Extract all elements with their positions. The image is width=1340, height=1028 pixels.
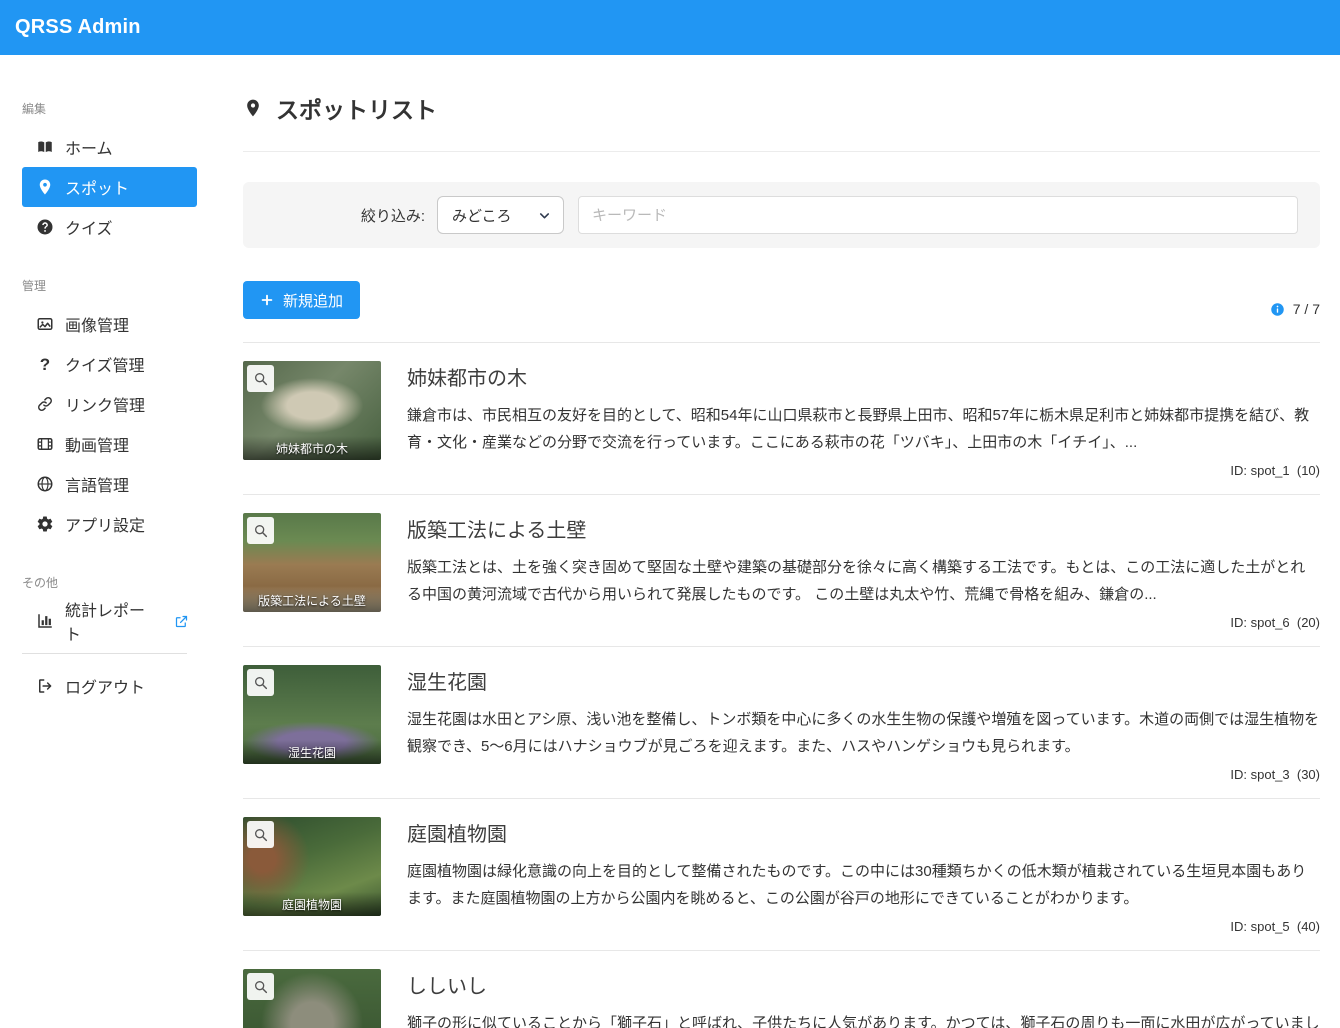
spot-thumbnail[interactable]: 姉妹都市の木 bbox=[243, 361, 381, 460]
app-title: QRSS Admin bbox=[15, 16, 141, 39]
magnifier-icon[interactable] bbox=[247, 517, 274, 544]
filter-label: 絞り込み: bbox=[265, 205, 437, 226]
sidebar-section-label: その他 bbox=[22, 574, 197, 591]
title-divider bbox=[243, 151, 1320, 152]
sidebar-item-stats-report[interactable]: 統計レポート bbox=[22, 601, 197, 641]
thumbnail-caption: 版築工法による土壁 bbox=[243, 588, 381, 612]
sidebar: 編集ホームスポットクイズ管理画像管理?クイズ管理リンク管理動画管理言語管理アプリ… bbox=[0, 55, 197, 1028]
spot-id: ID: spot_6 (20) bbox=[407, 608, 1320, 630]
sidebar-item-logout[interactable]: ログアウト bbox=[22, 666, 197, 706]
add-new-button[interactable]: 新規追加 bbox=[243, 281, 360, 319]
spot-id: ID: spot_5 (40) bbox=[407, 912, 1320, 934]
main-content: スポットリスト 絞り込み: みどころ 新規追加 bbox=[197, 55, 1340, 1028]
result-count: 7 / 7 bbox=[1270, 301, 1320, 319]
gear-icon bbox=[36, 515, 54, 533]
sidebar-item-label: リンク管理 bbox=[65, 392, 145, 416]
spot-description: 鎌倉市は、市民相互の友好を目的として、昭和54年に山口県萩市と長野県上田市、昭和… bbox=[407, 402, 1320, 456]
spot-title: 姉妹都市の木 bbox=[407, 362, 1320, 391]
spot-description: 版築工法とは、土を強く突き固めて堅固な土壁や建築の基礎部分を徐々に高く構築する工… bbox=[407, 554, 1320, 608]
image-icon bbox=[36, 315, 54, 333]
spot-list-item: 湿生花園 湿生花園 湿生花園は水田とアシ原、浅い池を整備し、トンボ類を中心に多く… bbox=[243, 646, 1320, 798]
sidebar-item-language-management[interactable]: 言語管理 bbox=[22, 464, 197, 504]
sidebar-item-quiz[interactable]: クイズ bbox=[22, 207, 197, 247]
spot-list-item: 姉妹都市の木 姉妹都市の木 鎌倉市は、市民相互の友好を目的として、昭和54年に山… bbox=[243, 342, 1320, 494]
book-icon bbox=[36, 138, 54, 156]
link-icon bbox=[36, 395, 54, 413]
spot-title: ししいし bbox=[407, 970, 1320, 999]
spot-description: 湿生花園は水田とアシ原、浅い池を整備し、トンボ類を中心に多くの水生生物の保護や増… bbox=[407, 706, 1320, 760]
sidebar-divider bbox=[22, 653, 187, 654]
thumbnail-caption: 姉妹都市の木 bbox=[243, 436, 381, 460]
sidebar-item-label: 画像管理 bbox=[65, 312, 129, 336]
sidebar-item-label: 動画管理 bbox=[65, 432, 129, 456]
question-circle-icon bbox=[36, 218, 54, 236]
question-icon: ? bbox=[36, 355, 54, 373]
filter-panel: 絞り込み: みどころ bbox=[243, 182, 1320, 248]
sidebar-item-label: 言語管理 bbox=[65, 472, 129, 496]
result-count-text: 7 / 7 bbox=[1293, 301, 1320, 317]
info-icon bbox=[1270, 302, 1285, 317]
magnifier-icon[interactable] bbox=[247, 669, 274, 696]
logout-icon bbox=[36, 677, 54, 695]
thumbnail-caption: 庭園植物園 bbox=[243, 892, 381, 916]
film-icon bbox=[36, 435, 54, 453]
external-link-icon bbox=[174, 614, 189, 629]
spot-thumbnail[interactable]: 庭園植物園 bbox=[243, 817, 381, 916]
spot-id: ID: spot_3 (30) bbox=[407, 760, 1320, 782]
chevron-down-icon bbox=[537, 208, 552, 223]
page-title: スポットリスト bbox=[276, 91, 437, 125]
magnifier-icon[interactable] bbox=[247, 365, 274, 392]
spot-thumbnail[interactable]: ししいし bbox=[243, 969, 381, 1028]
app-header: QRSS Admin bbox=[0, 0, 1340, 55]
add-new-button-label: 新規追加 bbox=[283, 290, 343, 311]
spot-thumbnail[interactable]: 湿生花園 bbox=[243, 665, 381, 764]
sidebar-item-spot[interactable]: スポット bbox=[22, 167, 197, 207]
spot-title: 湿生花園 bbox=[407, 666, 1320, 695]
sidebar-item-label: ログアウト bbox=[65, 674, 145, 698]
filter-category-value: みどころ bbox=[452, 205, 512, 226]
spot-title: 版築工法による土壁 bbox=[407, 514, 1320, 543]
sidebar-section-label: 編集 bbox=[22, 100, 197, 117]
plus-icon bbox=[260, 293, 274, 307]
toolbar: 新規追加 7 / 7 bbox=[243, 281, 1320, 319]
spot-body: 版築工法による土壁 版築工法とは、土を強く突き固めて堅固な土壁や建築の基礎部分を… bbox=[407, 513, 1320, 630]
sidebar-item-video-management[interactable]: 動画管理 bbox=[22, 424, 197, 464]
magnifier-icon[interactable] bbox=[247, 973, 274, 1000]
sidebar-item-label: ホーム bbox=[65, 135, 113, 159]
map-pin-icon bbox=[243, 95, 263, 121]
thumbnail-caption: 湿生花園 bbox=[243, 740, 381, 764]
spot-title: 庭園植物園 bbox=[407, 818, 1320, 847]
sidebar-item-app-settings[interactable]: アプリ設定 bbox=[22, 504, 197, 544]
spot-thumbnail[interactable]: 版築工法による土壁 bbox=[243, 513, 381, 612]
sidebar-item-label: 統計レポート bbox=[65, 597, 157, 645]
sidebar-section-label: 管理 bbox=[22, 277, 197, 294]
map-pin-icon bbox=[36, 178, 54, 196]
spot-body: 湿生花園 湿生花園は水田とアシ原、浅い池を整備し、トンボ類を中心に多くの水生生物… bbox=[407, 665, 1320, 782]
sidebar-item-label: アプリ設定 bbox=[65, 512, 145, 536]
sidebar-item-label: スポット bbox=[65, 175, 129, 199]
spot-list: 姉妹都市の木 姉妹都市の木 鎌倉市は、市民相互の友好を目的として、昭和54年に山… bbox=[243, 342, 1320, 1028]
sidebar-item-label: クイズ bbox=[65, 215, 113, 239]
globe-icon bbox=[36, 475, 54, 493]
page-title-row: スポットリスト bbox=[243, 91, 1320, 125]
spot-body: 庭園植物園 庭園植物園は緑化意識の向上を目的として整備されたものです。この中には… bbox=[407, 817, 1320, 934]
spot-description: 獅子の形に似ていることから「獅子石」と呼ばれ、子供たちに人気があります。かつては… bbox=[407, 1010, 1320, 1028]
filter-category-select[interactable]: みどころ bbox=[437, 196, 564, 234]
spot-id: ID: spot_1 (10) bbox=[407, 456, 1320, 478]
sidebar-item-quiz-management[interactable]: ? クイズ管理 bbox=[22, 344, 197, 384]
sidebar-item-image-management[interactable]: 画像管理 bbox=[22, 304, 197, 344]
sidebar-item-link-management[interactable]: リンク管理 bbox=[22, 384, 197, 424]
sidebar-item-label: クイズ管理 bbox=[65, 352, 145, 376]
spot-list-item: 庭園植物園 庭園植物園 庭園植物園は緑化意識の向上を目的として整備されたものです… bbox=[243, 798, 1320, 950]
sidebar-item-home[interactable]: ホーム bbox=[22, 127, 197, 167]
keyword-input[interactable] bbox=[578, 196, 1298, 234]
spot-description: 庭園植物園は緑化意識の向上を目的として整備されたものです。この中には30種類ちか… bbox=[407, 858, 1320, 912]
spot-list-item: 版築工法による土壁 版築工法による土壁 版築工法とは、土を強く突き固めて堅固な土… bbox=[243, 494, 1320, 646]
magnifier-icon[interactable] bbox=[247, 821, 274, 848]
spot-list-item: ししいし ししいし 獅子の形に似ていることから「獅子石」と呼ばれ、子供たちに人気… bbox=[243, 950, 1320, 1028]
chart-icon bbox=[36, 612, 54, 630]
spot-body: 姉妹都市の木 鎌倉市は、市民相互の友好を目的として、昭和54年に山口県萩市と長野… bbox=[407, 361, 1320, 478]
spot-body: ししいし 獅子の形に似ていることから「獅子石」と呼ばれ、子供たちに人気があります… bbox=[407, 969, 1320, 1028]
